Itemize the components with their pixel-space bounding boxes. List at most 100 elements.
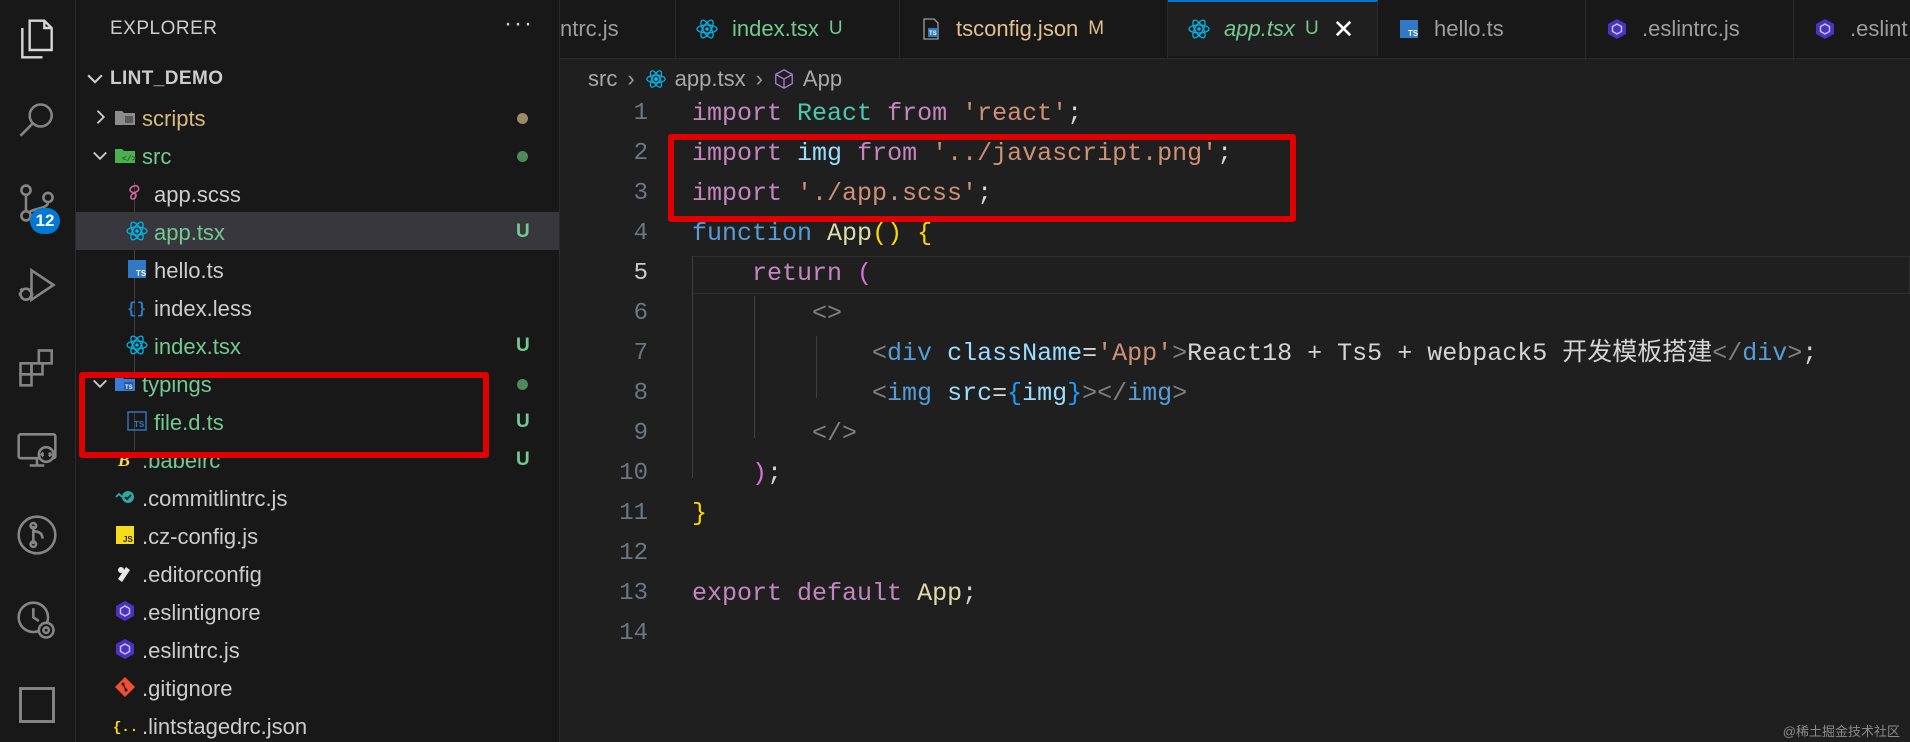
tree-file[interactable]: {} index.less [76,288,559,326]
git-status-badge: U [516,449,530,470]
code-line: import React from 'react'; [692,94,1082,134]
tree-file[interactable]: TS hello.ts [76,250,559,288]
tree-file[interactable]: JS .cz-config.js [76,516,559,554]
code-token: > [1172,379,1188,408]
code-token: ) [752,459,768,488]
code-token: { [1007,379,1023,408]
breadcrumb-symbol[interactable]: App [803,66,842,92]
modified-dot [517,151,528,162]
code-token: import [692,99,783,128]
less-file-icon: {} [124,295,150,319]
tree-file[interactable]: .eslintignore [76,592,559,630]
tree-file[interactable]: .gitignore [76,668,559,706]
breadcrumb-src[interactable]: src [588,66,617,92]
timeline-icon[interactable] [12,596,62,646]
explorer-icon[interactable] [12,14,62,64]
chevron-down-icon [87,74,103,84]
tree-file[interactable]: .eslintrc.js [76,630,559,668]
line-number: 12 [619,540,648,567]
tree-item-label: .eslintrc.js [142,638,240,663]
json-file-icon: {..} [112,713,138,737]
tree-file[interactable]: .editorconfig [76,554,559,592]
workspace-header[interactable]: LINT_DEMO [76,60,559,98]
code-line: return ( [692,254,872,294]
code-line: <> [692,294,842,334]
tree-folder[interactable]: </> src [76,136,559,174]
code-token: return [752,259,843,288]
line-number: 7 [633,340,648,367]
git-status-badge: U [516,335,530,356]
code-token: > [1172,339,1188,368]
eslint-file-icon [112,637,138,661]
tree-item-label: .gitignore [142,676,233,701]
explorer-sidebar: EXPLORER ··· LINT_DEMO scripts </> src app.… [76,0,560,742]
code-line: } [692,494,707,534]
git-graph-icon[interactable] [12,510,62,560]
activity-bar: 12 [0,0,76,742]
code-token: ( [857,259,873,288]
editor-tab[interactable]: app.tsx U ✕ [1168,0,1378,56]
tsconfig-file-icon: TS [918,16,944,42]
tab-label: index.tsx [732,16,819,41]
search-icon[interactable] [12,96,62,146]
breadcrumb: src › app.tsx › App [588,64,842,94]
highlight-box-typings [79,372,489,458]
line-number: 13 [619,580,648,607]
chevron-down-icon[interactable] [90,145,110,165]
current-line-highlight [692,256,1910,294]
editor-tab[interactable]: index.tsx U [676,0,900,58]
code-token: </> [812,419,858,448]
code-token: <> [812,299,843,328]
explorer-title: EXPLORER [110,18,218,39]
code-token: div [887,339,933,368]
code-token: className [947,339,1083,368]
tree-file[interactable]: {..} .lintstagedrc.json [76,706,559,742]
tree-item-label: .cz-config.js [142,524,259,549]
code-token: div [1742,339,1788,368]
chevron-right-icon[interactable] [90,107,110,127]
tree-folder[interactable]: scripts [76,98,559,136]
code-token: } [1067,379,1083,408]
tree-item-label: .lintstagedrc.json [142,714,308,739]
code-line: <img src={img}></img> [692,374,1187,414]
tab-label: hello.ts [1434,16,1504,41]
code-token: () [872,219,903,248]
tree-file[interactable]: app.tsx U [76,212,559,250]
line-number: 8 [633,380,648,407]
svg-text:</>: </> [122,155,137,164]
editor-tab[interactable]: .eslintrc.js [1586,0,1794,58]
highlight-box-imports [668,134,1296,222]
editor-tab[interactable]: TS hello.ts [1378,0,1586,58]
editor-tab[interactable]: .eslint [1794,0,1910,58]
tree-item-label: hello.ts [154,258,224,283]
tree-file[interactable]: .commitlintrc.js [76,478,559,516]
code-line: <div className='App'>React18 + Ts5 + web… [692,334,1817,374]
code-line: export default App; [692,574,977,614]
tree-item-label: .eslintignore [142,600,261,625]
panel-icon[interactable] [12,680,62,730]
tab-label: .eslint [1850,16,1908,41]
close-icon[interactable]: ✕ [1333,14,1355,45]
editor-tab[interactable]: TS tsconfig.json M [900,0,1168,58]
extensions-icon[interactable] [12,342,62,392]
tree-file[interactable]: index.tsx U [76,326,559,364]
code-token: > [1787,339,1803,368]
line-number: 14 [619,620,648,647]
more-actions-icon[interactable]: ··· [504,10,534,38]
line-number: 5 [633,260,648,287]
breadcrumb-file[interactable]: app.tsx [675,66,746,92]
tree-file[interactable]: app.scss [76,174,559,212]
run-debug-icon[interactable] [12,260,62,310]
code-token: < [872,339,888,368]
code-line: </> [692,414,857,454]
editor-tab[interactable]: ntrc.js [560,0,676,58]
tree-item-label: app.tsx [154,220,225,245]
remote-explorer-icon[interactable] [12,424,62,474]
eslint-file-icon [1604,16,1630,42]
